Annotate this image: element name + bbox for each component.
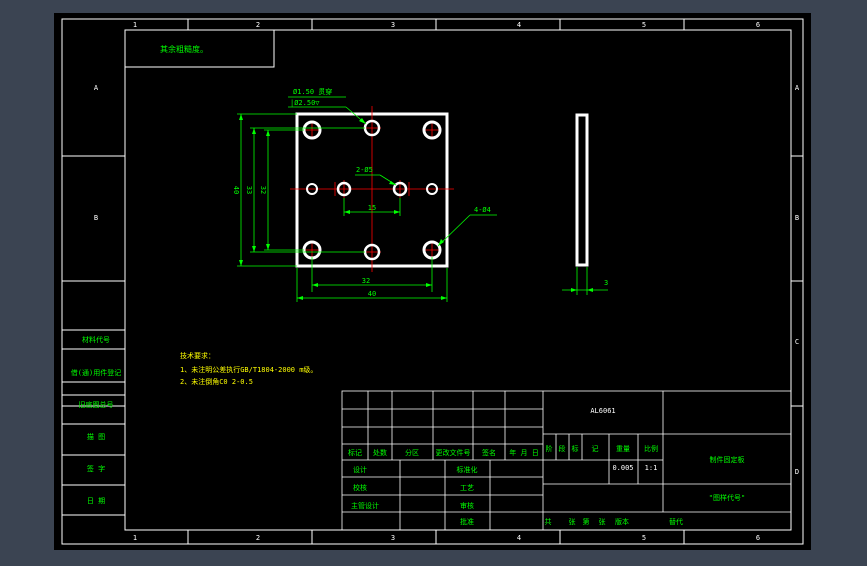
label-signature: 签 字 bbox=[87, 464, 105, 473]
material-value: AL6061 bbox=[590, 407, 615, 415]
col-date: 年 月 日 bbox=[509, 448, 538, 457]
dim-height-inner: 32 bbox=[259, 186, 267, 194]
dim-mid-gap: 15 bbox=[368, 204, 376, 212]
zone-col-6-bottom: 6 bbox=[756, 534, 760, 542]
label-approve: 批准 bbox=[460, 517, 474, 526]
label-standard: 标准化 bbox=[457, 465, 478, 474]
dim-width-outer: 40 bbox=[368, 290, 376, 298]
tech-req-title: 技术要求： bbox=[180, 351, 215, 360]
zone-col-3-bottom: 3 bbox=[391, 534, 395, 542]
weight-header: 重量 bbox=[616, 445, 630, 453]
scale-value: 1:1 bbox=[645, 464, 658, 472]
drawing-sheet bbox=[54, 13, 811, 550]
label-chief-design: 主管设计 bbox=[351, 501, 379, 510]
bottom-version: 版本 bbox=[615, 517, 629, 526]
zone-row-c-right: C bbox=[795, 338, 799, 346]
label-top-hole: Ø1.50 贯穿 bbox=[293, 87, 332, 96]
col-mark: 标记 bbox=[348, 448, 362, 457]
zone-col-5-bottom: 5 bbox=[642, 534, 646, 542]
bottom-total: 共 bbox=[545, 517, 552, 526]
zone-row-d-right: D bbox=[795, 468, 799, 476]
tech-req-item-1: 1、未注明公差执行GB/T1804-2000 m级。 bbox=[180, 365, 317, 374]
dim-height-outer: 40 bbox=[232, 186, 240, 194]
zone-col-1-bottom: 1 bbox=[133, 534, 137, 542]
zone-col-3: 3 bbox=[391, 21, 395, 29]
label-material-code: 材料代号 bbox=[82, 335, 110, 344]
dim-thickness: 3 bbox=[604, 279, 608, 287]
zone-col-2-bottom: 2 bbox=[256, 534, 260, 542]
col-count: 处数 bbox=[373, 448, 387, 457]
label-process: 工艺 bbox=[460, 484, 474, 492]
bottom-replace: 替代 bbox=[669, 517, 683, 526]
col-sign: 签名 bbox=[482, 448, 496, 457]
label-reuse-register: 借(通)用件登记 bbox=[71, 368, 121, 377]
label-check: 校核 bbox=[353, 483, 367, 492]
zone-col-1: 1 bbox=[133, 21, 137, 29]
drawing-number: "图样代号" bbox=[709, 493, 745, 502]
label-top-hole-sub: |Ø2.50▽ bbox=[290, 99, 320, 107]
weight-value: 0.005 bbox=[612, 464, 633, 472]
part-name: 制件固定板 bbox=[710, 455, 745, 464]
stage-h2: 段 bbox=[559, 444, 566, 453]
cad-drawing: 1 2 3 4 5 6 1 2 3 4 5 6 A B A B C D 其余粗糙… bbox=[54, 13, 811, 550]
drawing-viewport[interactable]: 1 2 3 4 5 6 1 2 3 4 5 6 A B A B C D 其余粗糙… bbox=[0, 0, 867, 562]
bottom-sheet-2: 张 bbox=[599, 517, 606, 526]
stage-h1: 阶 bbox=[546, 444, 553, 453]
scale-header: 比例 bbox=[644, 444, 658, 453]
zone-row-b-right: B bbox=[795, 214, 799, 222]
zone-col-4-bottom: 4 bbox=[517, 534, 521, 542]
label-review: 审核 bbox=[460, 501, 474, 510]
stage-h4: 记 bbox=[592, 445, 599, 453]
tech-req-item-2: 2、未注倒角C0 2-0.5 bbox=[180, 377, 253, 386]
col-change-doc: 更改文件号 bbox=[436, 448, 471, 457]
zone-row-b: B bbox=[94, 214, 98, 222]
zone-col-2: 2 bbox=[256, 21, 260, 29]
label-trace: 描 图 bbox=[87, 432, 105, 441]
dim-height-mid: 33 bbox=[245, 186, 253, 194]
col-zone: 分区 bbox=[405, 448, 419, 457]
dim-width-inner: 32 bbox=[362, 277, 370, 285]
zone-col-5: 5 bbox=[642, 21, 646, 29]
label-corner-holes: 4-Ø4 bbox=[474, 206, 491, 214]
label-mid-holes: 2-Ø5 bbox=[356, 166, 373, 174]
zone-col-6: 6 bbox=[756, 21, 760, 29]
bottom-number: 第 bbox=[583, 517, 590, 526]
bottom-sheet-1: 张 bbox=[569, 517, 576, 526]
label-design: 设计 bbox=[353, 465, 367, 474]
top-note: 其余粗糙度。 bbox=[160, 44, 208, 54]
stage-h3: 标 bbox=[572, 444, 579, 453]
label-old-drawing: 旧底图总号 bbox=[79, 400, 114, 409]
label-date: 日 期 bbox=[87, 497, 105, 505]
zone-col-4: 4 bbox=[517, 21, 521, 29]
